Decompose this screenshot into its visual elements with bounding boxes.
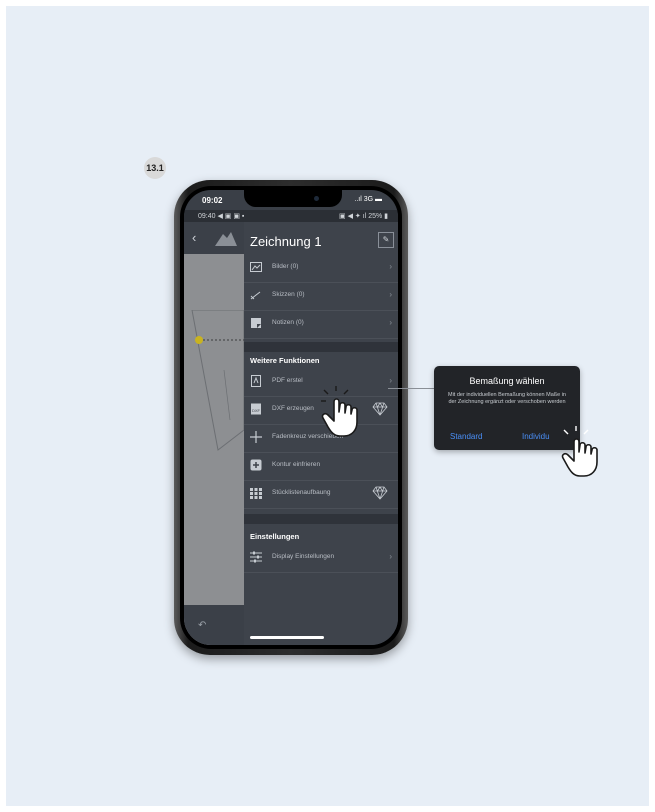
diamond-premium-icon <box>372 486 388 500</box>
menu-item-label: Notizen (0) <box>272 319 304 326</box>
section-title-einstellungen: Einstellungen <box>250 532 300 541</box>
chevron-right-icon: › <box>389 290 392 299</box>
menu-item-skizzen[interactable]: Skizzen (0) › <box>244 282 398 311</box>
menu-item-label: Bilder (0) <box>272 263 299 270</box>
parts-list-icon <box>250 488 262 499</box>
menu-item-stueckliste[interactable]: Stücklistenaufbaung <box>244 480 398 509</box>
phone-notch <box>244 190 342 207</box>
individual-button[interactable]: Individu <box>522 432 550 441</box>
menu-item-label: Kontur einfrieren <box>272 461 321 468</box>
crosshair-icon <box>250 431 262 443</box>
freeze-contour-icon <box>250 459 262 471</box>
menu-item-label: Skizzen (0) <box>272 291 305 298</box>
connector-line <box>388 388 434 389</box>
menu-item-kontur[interactable]: Kontur einfrieren <box>244 452 398 481</box>
android-status-time: 09:40 ◀ ▣ ▣ ▪ <box>198 213 245 220</box>
android-status-icons: ▣ ◀ ✦ ıl 25% ▮ <box>339 213 388 220</box>
app-logo-icon <box>215 232 237 246</box>
svg-text:DXF: DXF <box>252 408 261 413</box>
menu-item-label: DXF erzeugen <box>272 405 314 412</box>
tap-hand-icon <box>561 426 598 477</box>
dialog-title: Bemaßung wählen <box>469 376 545 386</box>
chevron-right-icon: › <box>389 376 392 385</box>
undo-icon[interactable]: ↶ <box>198 620 206 631</box>
menu-title: Zeichnung 1 <box>250 234 322 249</box>
dialog-message: Mit der individuellen Bemaßung können Ma… <box>447 392 566 405</box>
tap-hand-icon <box>321 386 358 437</box>
chevron-right-icon: › <box>389 552 392 561</box>
menu-item-label: Stücklistenaufbaung <box>272 489 331 496</box>
chevron-right-icon: › <box>389 318 392 327</box>
pdf-icon <box>251 375 261 387</box>
note-icon <box>251 318 261 328</box>
dxf-icon: DXF <box>251 403 261 415</box>
phone-frame: 09:02 ..ıl 3G ▬ 09:40 ◀ ▣ ▣ ▪ ▣ ◀ ✦ ıl 2… <box>174 180 408 655</box>
diamond-premium-icon <box>372 402 388 416</box>
standard-button[interactable]: Standard <box>450 432 482 441</box>
status-time: 09:02 <box>202 196 223 205</box>
section-title-weitere: Weitere Funktionen <box>250 356 320 365</box>
edit-icon[interactable]: ✎ <box>378 232 394 248</box>
image-icon <box>250 262 262 272</box>
camera-icon <box>314 196 319 201</box>
sketch-icon <box>250 291 261 300</box>
menu-item-display[interactable]: Display Einstellungen › <box>244 544 398 573</box>
back-arrow-icon[interactable]: ‹ <box>192 230 196 245</box>
drawing-bottom-bar <box>184 605 244 645</box>
status-icons: ..ıl 3G ▬ <box>354 196 382 203</box>
phone-bezel: 09:02 ..ıl 3G ▬ 09:40 ◀ ▣ ▣ ▪ ▣ ◀ ✦ ıl 2… <box>180 186 402 649</box>
section-divider <box>244 342 398 352</box>
menu-item-label: Display Einstellungen <box>272 553 335 560</box>
android-status-bar: 09:40 ◀ ▣ ▣ ▪ ▣ ◀ ✦ ıl 25% ▮ <box>184 210 398 222</box>
step-badge: 13.1 <box>144 157 166 179</box>
menu-item-label: PDF erstel <box>272 377 303 384</box>
drawing-contour <box>191 310 244 451</box>
section-divider <box>244 514 398 524</box>
home-indicator <box>250 636 324 639</box>
chevron-right-icon: › <box>389 262 392 271</box>
sliders-icon <box>250 551 262 563</box>
menu-item-notizen[interactable]: Notizen (0) › <box>244 310 398 339</box>
menu-item-bilder[interactable]: Bilder (0) › <box>244 254 398 283</box>
